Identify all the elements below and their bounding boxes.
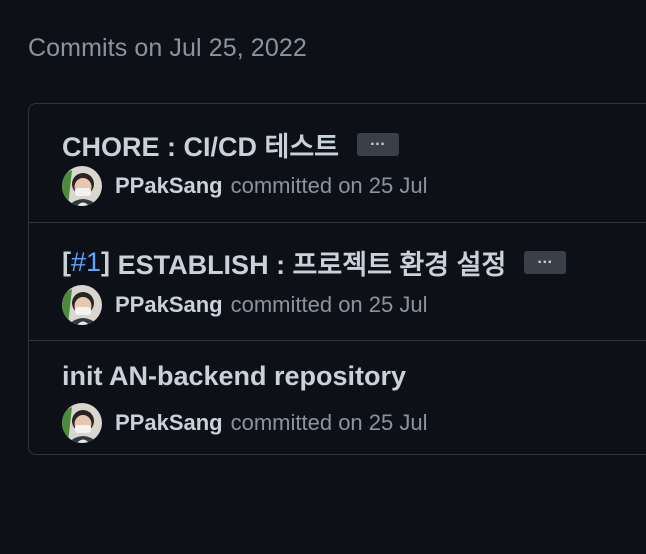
issue-bracket-close: ]	[101, 247, 111, 277]
commit-list: CHORE : CI/CD 테스트 … PPakSang committed o…	[28, 103, 646, 455]
commit-date-text: committed on 25 Jul	[230, 173, 428, 198]
user-avatar-photo-icon	[62, 403, 102, 443]
commit-row: init AN-backend repository PPakSang comm…	[29, 340, 646, 454]
issue-bracket-open: [	[62, 247, 71, 277]
avatar[interactable]	[62, 166, 102, 206]
commit-author-link[interactable]: PPakSang	[115, 173, 223, 199]
user-avatar-photo-icon	[62, 285, 102, 325]
commit-meta: PPakSang committed on 25 Jul	[62, 403, 427, 443]
commit-title-link[interactable]: CHORE : CI/CD 테스트	[62, 125, 339, 164]
commits-date-heading: Commits on Jul 25, 2022	[28, 34, 307, 62]
commit-row: [#1] ESTABLISH : 프로젝트 환경 설정 … PPakSang c…	[29, 222, 646, 339]
commit-date-text: committed on 25 Jul	[230, 292, 428, 317]
commits-page: Commits on Jul 25, 2022 CHORE : CI/CD 테스…	[0, 0, 646, 554]
commit-meta: PPakSang committed on 25 Jul	[62, 166, 427, 206]
avatar[interactable]	[62, 403, 102, 443]
user-avatar-photo-icon	[62, 166, 102, 206]
commit-title-row: [#1] ESTABLISH : 프로젝트 환경 설정 …	[62, 243, 567, 282]
expand-message-button[interactable]: …	[357, 133, 400, 156]
commit-author-link[interactable]: PPakSang	[115, 410, 223, 436]
commit-date-text: committed on 25 Jul	[230, 410, 428, 435]
commit-title-row: init AN-backend repository	[62, 361, 406, 392]
commit-row: CHORE : CI/CD 테스트 … PPakSang committed o…	[29, 104, 646, 221]
expand-message-button[interactable]: …	[524, 251, 567, 274]
commit-author-link[interactable]: PPakSang	[115, 292, 223, 318]
issue-reference-link[interactable]: #1	[71, 247, 101, 278]
commit-title-row: CHORE : CI/CD 테스트 …	[62, 125, 400, 164]
commit-title-link[interactable]: init AN-backend repository	[62, 361, 406, 392]
avatar[interactable]	[62, 285, 102, 325]
commit-meta: PPakSang committed on 25 Jul	[62, 285, 427, 325]
commit-title-link[interactable]: ESTABLISH : 프로젝트 환경 설정	[118, 243, 507, 282]
